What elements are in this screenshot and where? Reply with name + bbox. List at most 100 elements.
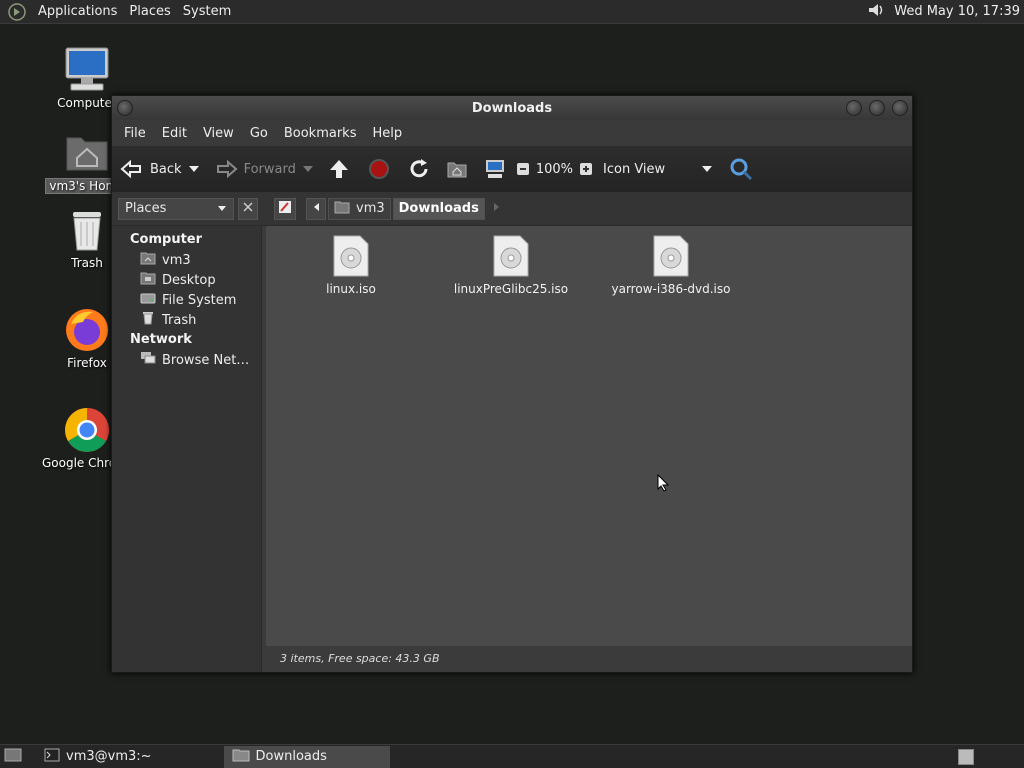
status-bar: 3 items, Free space: 43.3 GB (266, 646, 912, 672)
sidebar-item-vm3[interactable]: vm3 (112, 250, 261, 270)
sidebar-header-network: Network (130, 332, 192, 347)
view-mode-value: Icon View (603, 161, 666, 177)
workspace-switcher[interactable] (958, 748, 974, 765)
close-sidebar-button[interactable] (238, 197, 258, 220)
sidebar-item-label: Trash (162, 312, 197, 328)
reload-icon (408, 158, 430, 180)
toggle-location-entry-button[interactable] (274, 197, 296, 220)
terminal-icon (44, 748, 66, 766)
applications-menu[interactable]: Applications (32, 0, 123, 24)
computer-icon (63, 46, 111, 94)
places-select-value: Places (125, 201, 167, 216)
computer-icon (484, 158, 506, 180)
trash-icon (140, 311, 162, 329)
disc-image-file-icon (601, 234, 741, 278)
path-bar: Places vm3 Downloads (112, 192, 912, 226)
chevron-left-icon (312, 201, 320, 216)
back-arrow-icon (120, 159, 144, 179)
disc-image-file-icon (441, 234, 581, 278)
forward-button[interactable]: Forward (214, 159, 296, 179)
close-icon[interactable] (892, 100, 908, 116)
stop-button[interactable] (368, 158, 390, 180)
taskbar-item-downloads[interactable]: Downloads (223, 745, 390, 768)
menu-go[interactable]: Go (242, 126, 276, 141)
show-desktop-button[interactable] (0, 746, 36, 768)
sidebar-places-select[interactable]: Places (118, 197, 234, 220)
stop-icon (368, 158, 390, 180)
breadcrumb-vm3[interactable]: vm3 (328, 197, 391, 220)
up-button[interactable] (328, 158, 350, 180)
menubar: File Edit View Go Bookmarks Help (112, 120, 912, 146)
zoom-level[interactable]: 100% (536, 162, 573, 177)
sidebar-places: Computer vm3 Desktop File System Trash N… (112, 226, 262, 672)
computer-button[interactable] (484, 158, 506, 180)
file-manager-window: Downloads File Edit View Go Bookmarks He… (111, 95, 913, 673)
search-button[interactable] (729, 157, 753, 181)
file-name: linuxPreGlibc25.iso (453, 282, 569, 296)
home-button[interactable] (446, 158, 468, 180)
home-folder-icon (140, 251, 162, 269)
home-folder-icon (63, 128, 111, 176)
toolbar: Back Forward 100% Icon View (112, 146, 912, 192)
path-scroll-right-button[interactable] (493, 201, 501, 216)
reload-button[interactable] (408, 158, 430, 180)
menu-help[interactable]: Help (364, 126, 410, 141)
forward-history-dropdown[interactable] (302, 165, 314, 173)
file-name: linux.iso (326, 282, 376, 296)
show-desktop-icon (4, 747, 28, 767)
window-menu-icon[interactable] (117, 100, 133, 116)
sidebar-item-file-system[interactable]: File System (112, 290, 261, 310)
volume-icon[interactable] (866, 0, 886, 24)
window-title: Downloads (471, 100, 553, 116)
system-menu[interactable]: System (177, 0, 237, 24)
sidebar-item-label: Desktop (162, 272, 216, 288)
sidebar-item-label: File System (162, 292, 237, 308)
file-item[interactable]: yarrow-i386-dvd.iso (601, 226, 741, 296)
top-panel: Applications Places System Wed May 10, 1… (0, 0, 1024, 24)
trash-icon (63, 206, 111, 254)
zoom-in-icon (579, 162, 593, 176)
chevron-down-icon (302, 165, 314, 173)
clock[interactable]: Wed May 10, 17:39 (886, 4, 1024, 19)
menu-edit[interactable]: Edit (154, 126, 195, 141)
folder-icon (232, 748, 256, 766)
menu-file[interactable]: File (116, 126, 154, 141)
file-item[interactable]: linux.iso (281, 226, 421, 296)
zoom-out-icon (516, 162, 530, 176)
file-name: yarrow-i386-dvd.iso (611, 282, 731, 296)
back-history-dropdown[interactable] (188, 165, 200, 173)
path-scroll-left-button[interactable] (306, 197, 326, 220)
back-label: Back (150, 161, 182, 177)
minimize-icon[interactable] (846, 100, 862, 116)
gnome-foot-icon[interactable] (6, 1, 28, 23)
taskbar-item-label: Downloads (255, 749, 327, 764)
sidebar-item-trash[interactable]: Trash (112, 310, 261, 330)
zoom-in-button[interactable] (579, 162, 593, 176)
file-view[interactable]: linux.iso linuxPreGlibc25.iso yarrow-i38… (266, 226, 912, 646)
forward-label: Forward (243, 161, 296, 177)
taskbar-item-terminal[interactable]: vm3@vm3:~ (36, 746, 160, 768)
edit-icon (278, 200, 292, 218)
places-menu[interactable]: Places (123, 0, 176, 24)
sidebar-item-desktop[interactable]: Desktop (112, 270, 261, 290)
forward-arrow-icon (214, 159, 238, 179)
breadcrumb-label: Downloads (398, 201, 479, 216)
desktop-folder-icon (140, 271, 162, 289)
firefox-icon (63, 306, 111, 354)
file-item[interactable]: linuxPreGlibc25.iso (441, 226, 581, 296)
sidebar-item-label: vm3 (162, 252, 191, 268)
sidebar-item-browse-network[interactable]: Browse Net… (112, 350, 261, 370)
up-arrow-icon (328, 158, 350, 180)
search-icon (729, 157, 753, 181)
chevron-down-icon (188, 165, 200, 173)
taskbar-item-label: vm3@vm3:~ (66, 749, 152, 764)
zoom-out-button[interactable] (516, 162, 530, 176)
view-mode-select[interactable]: Icon View (603, 162, 713, 177)
back-button[interactable]: Back (120, 159, 182, 179)
menu-view[interactable]: View (195, 126, 242, 141)
maximize-icon[interactable] (869, 100, 885, 116)
menu-bookmarks[interactable]: Bookmarks (276, 126, 365, 141)
window-titlebar[interactable]: Downloads (112, 96, 912, 120)
breadcrumb-downloads[interactable]: Downloads (392, 197, 485, 220)
chevron-down-icon (217, 201, 227, 216)
